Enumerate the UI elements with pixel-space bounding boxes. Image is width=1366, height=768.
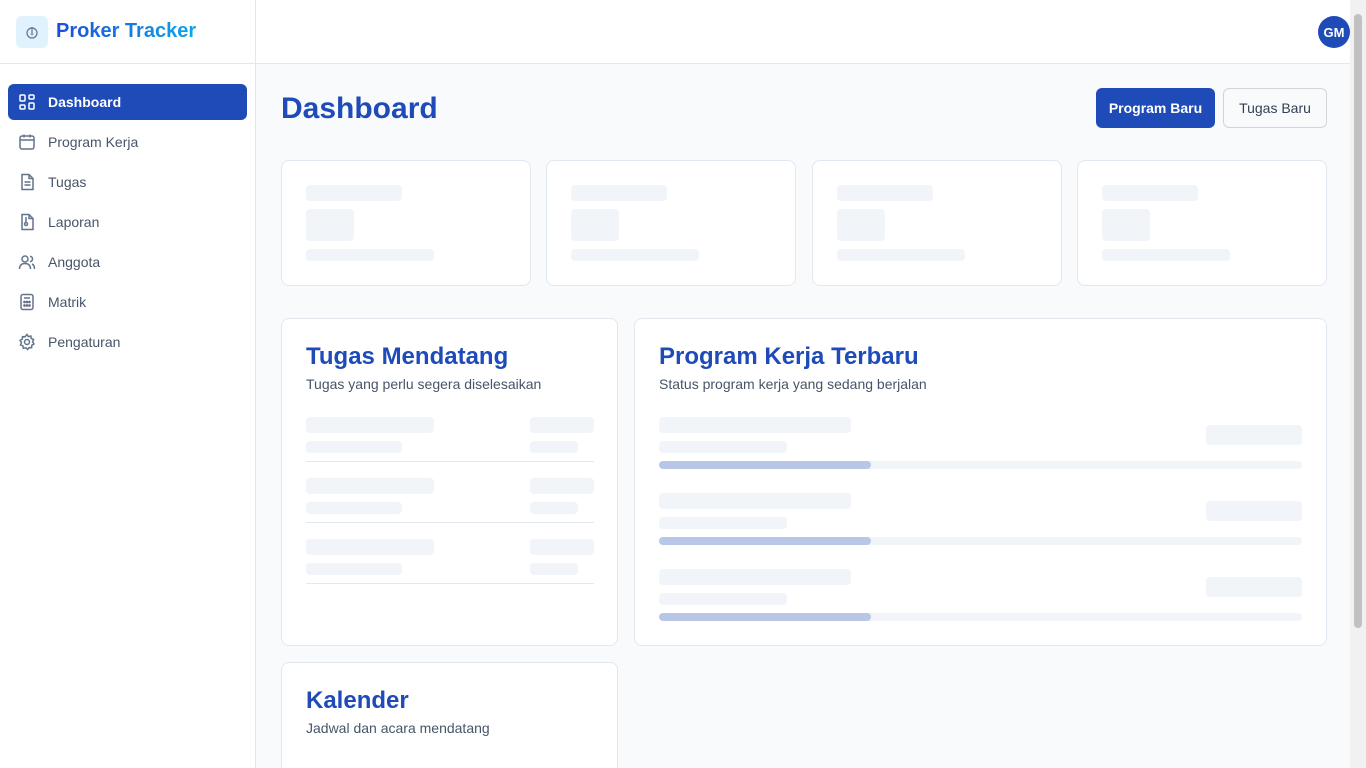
sidebar-item-laporan[interactable]: Laporan [8,204,247,240]
sidebar-item-label: Dashboard [48,94,122,110]
sidebar-item-dashboard[interactable]: Dashboard [8,84,247,120]
app-logo-icon [16,15,48,48]
new-program-button[interactable]: Program Baru [1096,88,1215,128]
page-scrollbar[interactable] [1350,0,1366,768]
sidebar-item-program-kerja[interactable]: Program Kerja [8,124,247,160]
new-task-button[interactable]: Tugas Baru [1223,88,1327,128]
skeleton-line [659,569,851,585]
sidebar-item-tugas[interactable]: Tugas [8,164,247,200]
sidebar: Proker Tracker Dashboard Program Kerja T… [0,0,256,768]
skeleton-line [659,417,851,433]
skeleton-line [571,185,667,201]
brand[interactable]: Proker Tracker [0,0,255,64]
skeleton-line [306,539,434,555]
card-subtitle: Status program kerja yang sedang berjala… [659,376,927,392]
stat-card-skeleton [812,160,1062,286]
sidebar-item-label: Pengaturan [48,334,121,350]
sidebar-nav: Dashboard Program Kerja Tugas Laporan An… [0,64,255,360]
skeleton-badge [1206,501,1302,521]
skeleton-block [837,209,885,241]
calendar-icon [18,133,36,151]
progress-bar [659,613,1302,621]
gear-icon [18,333,36,351]
sidebar-item-label: Program Kerja [48,134,139,150]
sidebar-item-label: Laporan [48,214,100,230]
skeleton-line [530,502,578,514]
skeleton-line [306,185,402,201]
latest-programs-card: Program Kerja Terbaru Status program ker… [634,318,1327,646]
skeleton-line [306,417,434,433]
sidebar-item-pengaturan[interactable]: Pengaturan [8,324,247,360]
skeleton-badge [1206,577,1302,597]
skeleton-line [530,441,578,453]
skeleton-line [659,493,851,509]
report-icon [18,213,36,231]
progress-fill [659,461,872,469]
sidebar-item-matrik[interactable]: Matrik [8,284,247,320]
divider [306,461,594,462]
page-title: Dashboard [281,92,438,125]
stat-card-skeleton [281,160,531,286]
sidebar-item-anggota[interactable]: Anggota [8,244,247,280]
card-subtitle: Tugas yang perlu segera diselesaikan [306,376,542,392]
skeleton-line [306,563,402,575]
dashboard-icon [18,93,36,111]
skeleton-line [1102,249,1230,261]
document-icon [18,173,36,191]
app-name: Proker Tracker [56,20,197,42]
skeleton-line [837,249,965,261]
scrollbar-thumb[interactable] [1354,14,1362,628]
skeleton-line [306,478,434,494]
stat-card-skeleton [1077,160,1327,286]
skeleton-line [1102,185,1198,201]
skeleton-block [306,209,354,241]
card-title: Tugas Mendatang [306,343,509,370]
skeleton-line [306,441,402,453]
skeleton-line [659,593,787,605]
stat-card-skeleton [546,160,796,286]
skeleton-line [659,441,787,453]
skeleton-line [530,417,594,433]
progress-bar [659,461,1302,469]
skeleton-line [659,517,787,529]
card-title: Program Kerja Terbaru [659,343,919,370]
divider [306,583,594,584]
upcoming-tasks-card: Tugas Mendatang Tugas yang perlu segera … [281,318,618,646]
skeleton-badge [1206,425,1302,445]
card-title: Kalender [306,687,409,714]
progress-fill [659,537,872,545]
sidebar-item-label: Matrik [48,294,87,310]
progress-bar [659,537,1302,545]
sidebar-item-label: Anggota [48,254,101,270]
skeleton-line [530,478,594,494]
avatar[interactable]: GM [1318,16,1350,48]
skeleton-line [530,539,594,555]
card-subtitle: Jadwal dan acara mendatang [306,720,490,736]
calculator-icon [18,293,36,311]
skeleton-line [306,249,434,261]
skeleton-block [1102,209,1150,241]
users-icon [18,253,36,271]
skeleton-line [571,249,699,261]
skeleton-line [837,185,933,201]
skeleton-block [571,209,619,241]
divider [306,522,594,523]
skeleton-line [530,563,578,575]
skeleton-line [306,502,402,514]
sidebar-item-label: Tugas [48,174,87,190]
calendar-card: Kalender Jadwal dan acara mendatang [281,662,618,768]
progress-fill [659,613,872,621]
top-bar: GM [256,0,1350,64]
